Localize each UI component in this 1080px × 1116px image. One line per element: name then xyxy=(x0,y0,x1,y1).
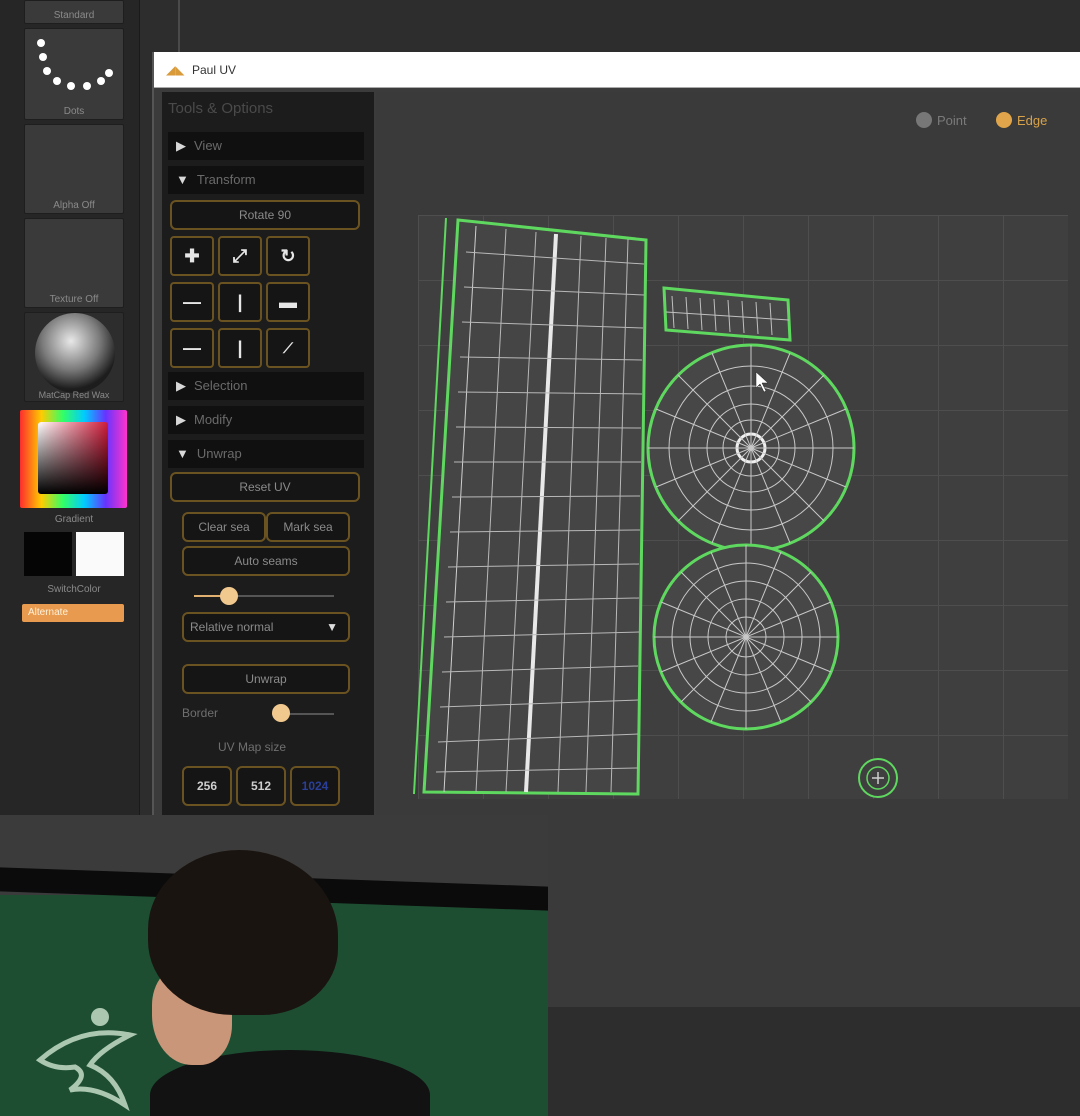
uv-island-disc-top xyxy=(646,343,856,553)
material-label: MatCap Red Wax xyxy=(38,390,110,400)
alpha-label: Alpha Off xyxy=(53,200,95,211)
uv-island-disc-bottom xyxy=(652,543,840,731)
webcam-overlay xyxy=(0,815,548,1116)
auto-seams-button[interactable]: Auto seams xyxy=(182,546,350,576)
section-modify-label: Modify xyxy=(194,412,233,427)
watermark-logo-icon xyxy=(35,1008,138,1112)
clear-seams-button[interactable]: Clear sea xyxy=(182,512,266,542)
relative-normal-value: Relative normal xyxy=(190,620,274,634)
section-view[interactable]: ▶ View xyxy=(168,132,364,160)
chevron-down-icon: ▼ xyxy=(326,620,338,634)
stroke-label: Dots xyxy=(63,106,85,117)
reset-uv-button[interactable]: Reset UV xyxy=(170,472,360,502)
color-square[interactable] xyxy=(38,422,108,494)
border-slider-knob[interactable] xyxy=(272,704,290,722)
unwrap-button[interactable]: Unwrap xyxy=(182,664,350,694)
divider xyxy=(178,0,180,52)
tools-panel: Tools & Options ▶ View ▼ Transform Rotate … xyxy=(162,92,374,872)
align-horizontal-icon[interactable]: — xyxy=(170,328,214,368)
straighten-icon[interactable]: ⟋ xyxy=(266,328,310,368)
section-selection[interactable]: ▶ Selection xyxy=(168,372,364,400)
expand-arrow-icon: ▶ xyxy=(176,378,186,393)
section-view-label: View xyxy=(194,138,222,153)
window-title: Paul UV xyxy=(192,63,237,77)
rotate-icon[interactable]: ↻ xyxy=(266,236,310,276)
move-icon[interactable]: ✚ xyxy=(170,236,214,276)
alternate-button[interactable]: Alternate xyxy=(22,604,124,622)
section-transform-label: Transform xyxy=(196,172,256,187)
map-size-256-button[interactable]: 256 xyxy=(182,766,232,806)
rotate-90-button[interactable]: Rotate 90 xyxy=(170,200,360,230)
pivot-handle-icon xyxy=(858,758,898,798)
screen: Standard Dots Alpha Off Texture Off MatC… xyxy=(0,0,1080,1116)
color-picker[interactable] xyxy=(20,410,127,508)
material-thumb[interactable] xyxy=(24,312,124,402)
expand-arrow-icon: ▶ xyxy=(176,412,186,427)
relative-normal-dropdown[interactable]: Relative normal ▼ xyxy=(182,612,350,642)
window-titlebar[interactable]: ◢◣ Paul UV xyxy=(154,52,1080,88)
secondary-color-swatch[interactable] xyxy=(76,532,124,576)
expand-arrow-icon: ▶ xyxy=(176,138,186,153)
switch-color-label: SwitchColor xyxy=(47,584,101,595)
fit-icon[interactable]: ▬ xyxy=(266,282,310,322)
scale-icon[interactable]: ⤢ xyxy=(218,236,262,276)
uv-island-handle xyxy=(662,286,792,342)
align-vertical-icon[interactable]: | xyxy=(218,328,262,368)
gradient-label: Gradient xyxy=(54,514,94,525)
uv-map-size-label: UV Map size xyxy=(218,740,287,754)
brush-label: Standard xyxy=(53,10,95,21)
collapse-arrow-icon: ▼ xyxy=(176,446,189,461)
uv-island-strip xyxy=(413,217,648,796)
texture-label: Texture Off xyxy=(49,294,99,305)
auto-seams-slider-knob[interactable] xyxy=(220,587,238,605)
presenter-hair xyxy=(148,850,338,1015)
section-modify[interactable]: ▶ Modify xyxy=(168,406,364,434)
main-color-swatch[interactable] xyxy=(24,532,72,576)
map-size-512-button[interactable]: 512 xyxy=(236,766,286,806)
app-icon: ◢◣ xyxy=(166,63,185,77)
left-shelf: Standard Dots Alpha Off Texture Off MatC… xyxy=(0,0,140,820)
mark-seams-button[interactable]: Mark sea xyxy=(266,512,350,542)
section-unwrap-label: Unwrap xyxy=(196,446,242,461)
section-selection-label: Selection xyxy=(194,378,248,393)
section-unwrap[interactable]: ▼ Unwrap xyxy=(168,440,364,468)
collapse-arrow-icon: ▼ xyxy=(176,172,189,187)
tools-header: Tools & Options xyxy=(168,100,274,117)
map-size-1024-button[interactable]: 1024 xyxy=(290,766,340,806)
flip-horizontal-icon[interactable]: — xyxy=(170,282,214,322)
section-transform[interactable]: ▼ Transform xyxy=(168,166,364,194)
flip-vertical-icon[interactable]: | xyxy=(218,282,262,322)
border-label: Border xyxy=(182,706,219,720)
